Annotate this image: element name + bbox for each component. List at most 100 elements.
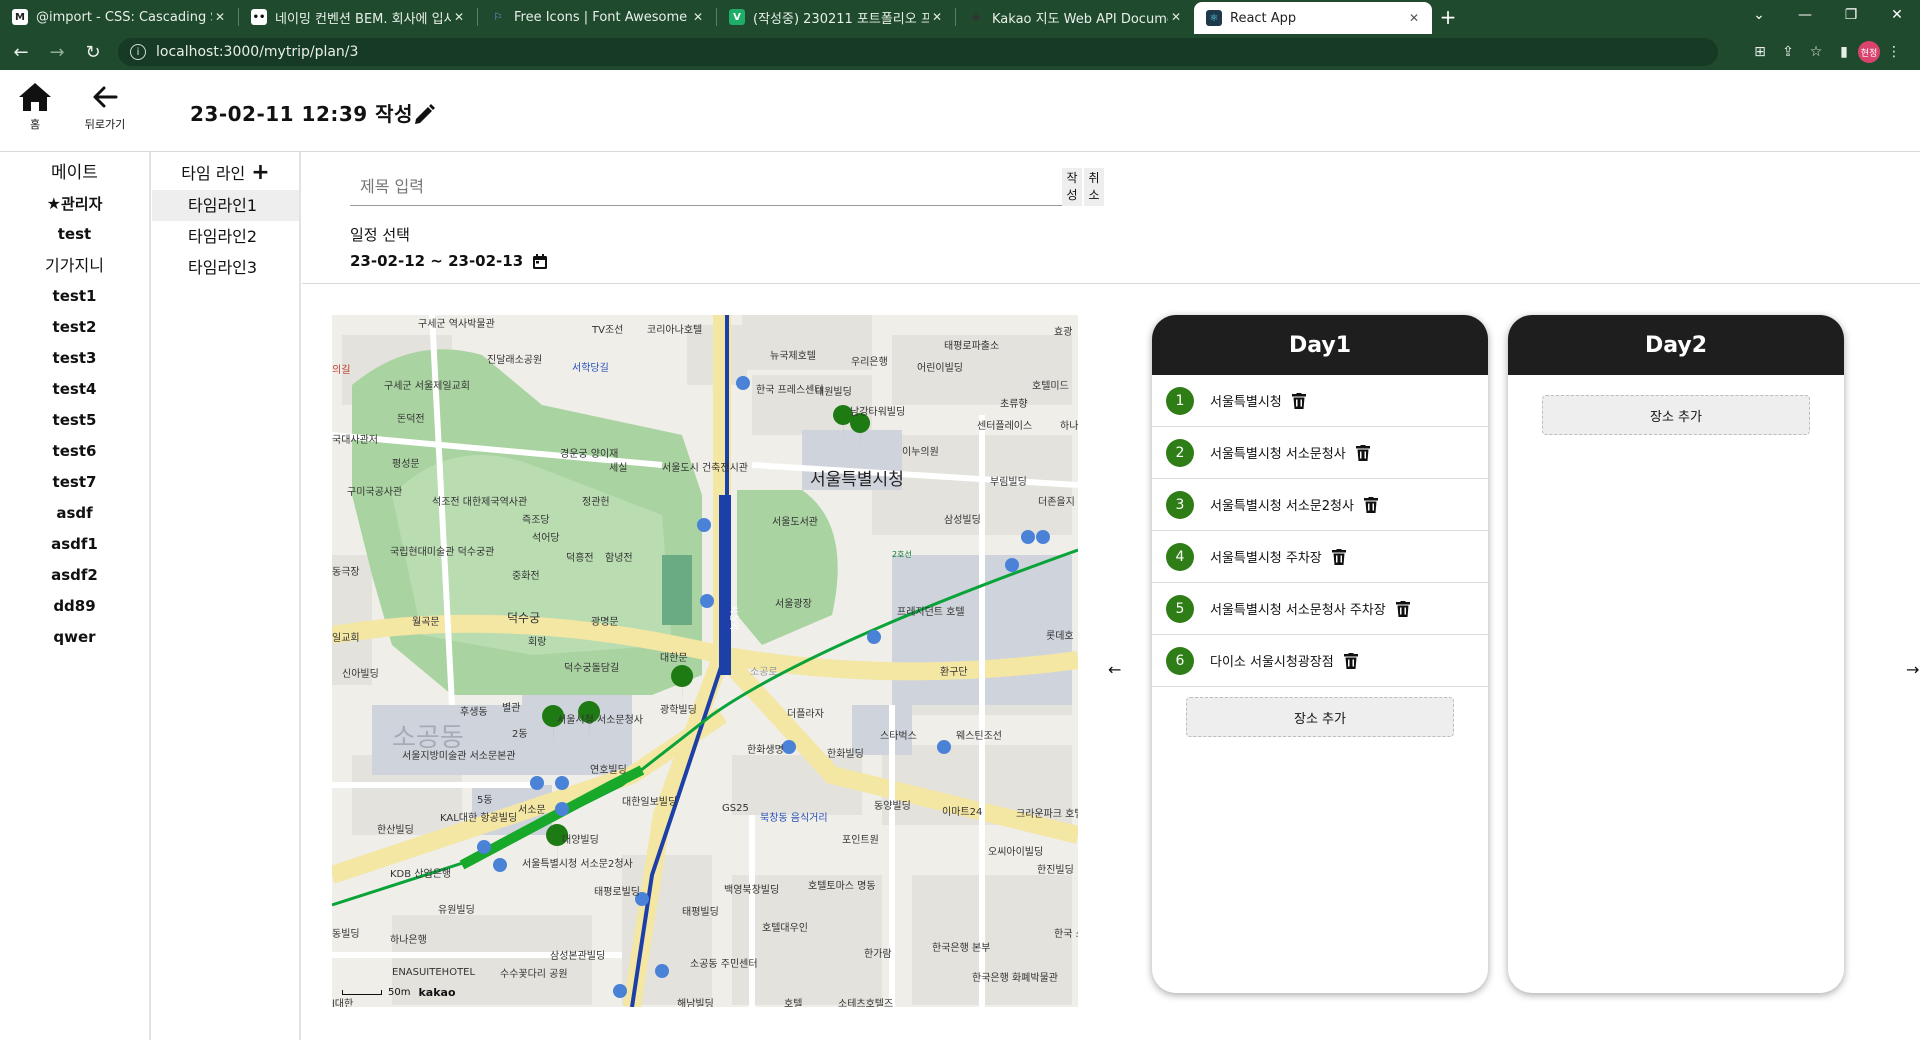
kakao-map[interactable]: 구세군 역사박물관 진달래소공원 TV조선 코리아나호텔 서학당길 뉴국제호텔 … [332,315,1078,1007]
mate-item[interactable]: test1 [0,281,149,312]
timeline-item[interactable]: 타임라인1 [152,190,299,221]
velog-v-icon: V [729,9,745,25]
mate-sidebar: 메이트 ★관리자 test 기가지니 test1 test2 test3 tes… [0,152,151,1040]
trash-icon[interactable] [1363,496,1378,513]
map-label: 덕수궁돌담길 [564,663,620,674]
close-window-icon[interactable]: ✕ [1874,0,1920,30]
trash-icon[interactable] [1395,600,1410,617]
add-place-button[interactable]: 장소 추가 [1186,697,1454,737]
mate-item[interactable]: dd89 [0,591,149,622]
cancel-button[interactable]: 취소 [1084,168,1104,206]
trash-icon[interactable] [1343,652,1358,669]
place-row[interactable]: 3 서울특별시청 서소문2청사 [1152,479,1488,531]
forward-arrow-icon[interactable]: → [42,37,72,67]
close-icon[interactable]: ✕ [1168,10,1184,24]
mate-item[interactable]: test4 [0,374,149,405]
bookmark-star-icon[interactable]: ☆ [1802,38,1830,66]
browser-tab-kakao-docs[interactable]: ◆ Kakao 지도 Web API Document ✕ [956,0,1194,34]
map-label: 한국은행 본부 [932,943,991,954]
close-icon[interactable]: ✕ [929,10,945,24]
map-label: 효광 [1054,327,1073,338]
place-row[interactable]: 4 서울특별시청 주차장 [1152,531,1488,583]
close-icon[interactable]: ✕ [690,10,706,24]
share-icon[interactable]: ⇪ [1774,38,1802,66]
back-arrow-icon[interactable]: ← [6,37,36,67]
trash-icon[interactable] [1291,392,1306,409]
browser-tab-font-awesome[interactable]: ⚐ Free Icons | Font Awesome ✕ [478,0,716,34]
back-button[interactable]: 뒤로가기 [80,82,130,132]
mate-item-admin[interactable]: ★관리자 [0,188,149,219]
side-panel-icon[interactable]: ▮ [1830,38,1858,66]
mate-item[interactable]: asdf2 [0,560,149,591]
home-button[interactable]: 홈 [14,82,56,132]
mate-item[interactable]: 기가지니 [0,250,149,281]
url-bar[interactable]: i localhost:3000/mytrip/plan/3 [118,38,1718,66]
mate-item[interactable]: qwer [0,622,149,653]
add-place-button[interactable]: 장소 추가 [1542,395,1810,435]
day-title: Day2 [1508,315,1844,375]
tab-title: React App [1230,10,1297,26]
mate-item[interactable]: asdf1 [0,529,149,560]
browser-tab-react-app[interactable]: ⚛ React App ✕ [1194,2,1432,34]
map-label: 부림빌딩 [990,477,1027,488]
map-label: 호텔 [784,999,803,1007]
mate-item[interactable]: test [0,219,149,250]
map-scale: 50m kakao [342,986,456,999]
close-icon[interactable]: ✕ [1406,11,1422,25]
timeline-item[interactable]: 타임라인2 [152,221,299,252]
map-label: 정관헌 [582,497,610,508]
map-label: GS25 [722,803,749,814]
kakao-icon: ◆ [972,11,980,23]
browser-tab-mdn[interactable]: M @import - CSS: Cascading Style ✕ [0,0,238,34]
mate-item[interactable]: test6 [0,436,149,467]
map-label: 초류향 [1000,399,1028,410]
map-label: 한국 프레스센터 [756,385,824,396]
page-title: 23-02-11 12:39 작성 [190,102,413,126]
calendar-icon[interactable] [533,253,548,269]
map-label: 회랑 [528,637,547,648]
place-row[interactable]: 5 서울특별시청 서소문청사 주차장 [1152,583,1488,635]
trash-icon[interactable] [1331,548,1346,565]
info-icon[interactable]: i [130,44,146,60]
browser-tab-velog-bem[interactable]: •• 네이밍 컨벤션 BEM. 회사에 입사 ✕ [239,0,477,34]
home-icon [19,83,51,111]
arrow-right-icon[interactable]: → [1906,660,1919,679]
browser-tab-velog-portfolio[interactable]: V (작성중) 230211 포트폴리오 프로 ✕ [717,0,955,34]
place-row[interactable]: 2 서울특별시청 서소문청사 [1152,427,1488,479]
chevron-down-icon[interactable]: ⌄ [1736,0,1782,30]
tab-title: 네이밍 컨벤션 BEM. 회사에 입사 [275,11,451,27]
mate-item[interactable]: test2 [0,312,149,343]
star-icon: ★ [46,194,61,213]
close-icon[interactable]: ✕ [451,10,467,24]
place-number-badge: 4 [1166,542,1194,571]
date-range-picker[interactable]: 23-02-12 ~ 23-02-13 [350,252,548,270]
restore-icon[interactable]: ❐ [1828,0,1874,30]
pencil-icon[interactable] [412,103,436,127]
arrow-left-icon[interactable]: ← [1108,660,1121,679]
map-label: 호텔토마스 명동 [808,881,876,892]
map-label: 광학빌딩 [660,705,697,716]
mate-item[interactable]: test3 [0,343,149,374]
mate-item[interactable]: asdf [0,498,149,529]
place-row[interactable]: 1 서울특별시청 [1152,375,1488,427]
map-label: 한가람 [864,949,892,960]
map-label: 2동 [512,729,528,740]
menu-kebab-icon[interactable]: ⋮ [1880,38,1908,66]
map-label: 호텔대우인 [762,923,808,934]
timeline-item[interactable]: 타임라인3 [152,252,299,283]
plus-icon[interactable]: + [251,160,269,185]
title-input[interactable] [350,168,1062,206]
trash-icon[interactable] [1355,444,1370,461]
new-tab-button[interactable]: + [1432,0,1464,34]
mate-item[interactable]: test5 [0,405,149,436]
write-button[interactable]: 작성 [1062,168,1082,206]
reload-icon[interactable]: ↻ [78,37,108,67]
mate-item[interactable]: test7 [0,467,149,498]
map-label: 석조전 대한제국역사관 [432,497,528,508]
profile-avatar[interactable]: 현정 [1858,41,1880,63]
place-row[interactable]: 6 다이소 서울시청광장점 [1152,635,1488,687]
translate-icon[interactable]: ⊞ [1746,38,1774,66]
minimize-icon[interactable]: — [1782,0,1828,30]
close-icon[interactable]: ✕ [212,10,228,24]
place-number-badge: 6 [1166,646,1194,675]
